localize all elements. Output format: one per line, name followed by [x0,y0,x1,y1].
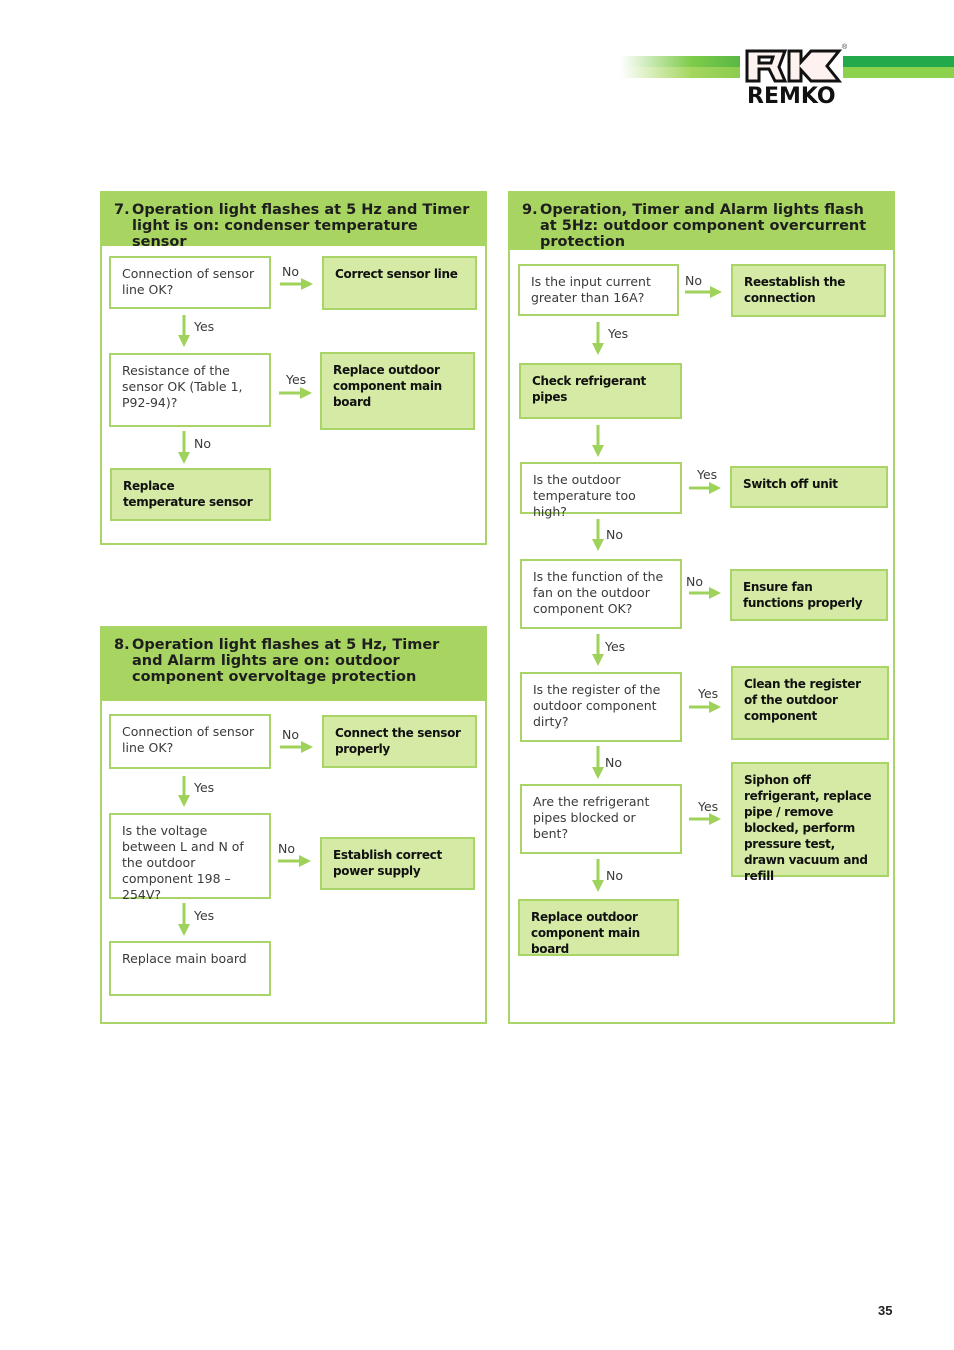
p7-arrow-right-icon [280,278,313,290]
p9-arrow-down-icon [592,634,604,666]
p9-arrow-down-icon [592,322,604,355]
p8-arrow-right-icon [280,741,313,753]
p9-arrow-down-icon [592,425,604,457]
p8-arrow-down-icon [178,903,190,936]
p9-arrow-right-icon [689,482,721,494]
p8-arrow-down-icon [178,776,190,807]
p7-arrow-down-icon [178,315,190,347]
p9-arrow-right-icon [689,813,721,825]
p9-arrow-right-icon [689,701,721,713]
p7-arrow-down-icon [178,431,190,464]
p9-arrow-down-icon [592,746,604,779]
p9-arrow-down-icon [592,859,604,892]
p7-arrow-right-icon [279,387,312,399]
page-number: 35 [878,1303,893,1318]
flow-arrows [178,278,722,936]
p9-arrow-right-icon [685,286,722,298]
p9-arrow-down-icon [592,519,604,551]
p9-arrow-right-icon [689,587,721,599]
p8-arrow-right-icon [278,855,311,867]
